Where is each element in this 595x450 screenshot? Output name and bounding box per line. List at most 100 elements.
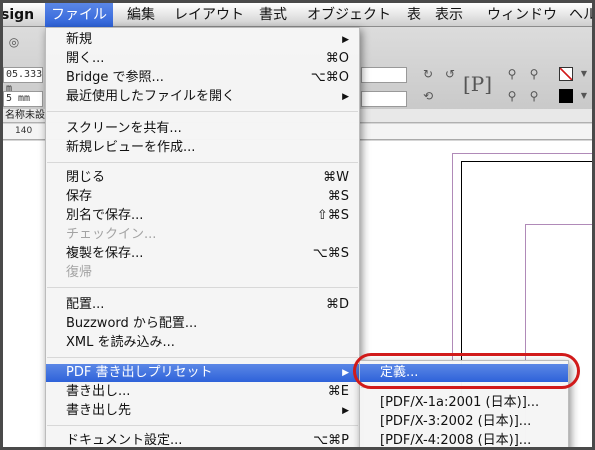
menubar-window[interactable]: ウィンドウ <box>481 3 563 27</box>
menu-item-label: チェックイン... <box>66 227 157 242</box>
submenu-arrow-icon: ▶ <box>342 368 349 378</box>
submenu-item-pdfx1a[interactable]: [PDF/X-1a:2001 (日本)]... <box>360 394 568 412</box>
menubar-table[interactable]: 表 <box>401 3 427 27</box>
select-previous-icon[interactable]: ⚲ <box>503 87 521 105</box>
menu-item-browse-bridge[interactable]: Bridge で参照... ⌥⌘O <box>46 69 359 87</box>
menu-item-export[interactable]: 書き出し... ⌘E <box>46 383 359 401</box>
submenu-arrow-icon: ▶ <box>342 92 349 102</box>
menu-item-revert: 復帰 <box>46 264 359 282</box>
menu-item-label: [PDF/X-3:2002 (日本)]... <box>380 414 532 429</box>
shortcut-label: ⌥⌘O <box>310 70 349 85</box>
menu-item-label: スクリーンを共有... <box>66 121 182 136</box>
menu-item-new-review[interactable]: 新規レビューを作成... <box>46 139 359 157</box>
menu-item-label: 閉じる <box>66 170 106 185</box>
rotate-cw-icon[interactable]: ↻ <box>419 65 437 83</box>
menubar-app-name[interactable]: sign <box>3 3 40 27</box>
menu-item-label: 新規レビューを作成... <box>66 140 196 155</box>
column-guide <box>525 224 592 225</box>
menu-item-open[interactable]: 開く... ⌘O <box>46 50 359 68</box>
menu-item-open-recent[interactable]: 最近使用したファイルを開く ▶ <box>46 88 359 106</box>
document-tab[interactable]: 名称未設 <box>5 109 45 123</box>
file-menu: 新規 ▶ 開く... ⌘O Bridge で参照... ⌥⌘O 最近使用したファ… <box>45 27 360 448</box>
submenu-arrow-icon: ▶ <box>342 35 349 45</box>
menubar-file[interactable]: ファイル <box>45 3 113 27</box>
menu-item-document-setup[interactable]: ドキュメント設定... ⌥⌘P <box>46 432 359 448</box>
menu-item-label: 定義... <box>380 365 419 380</box>
menubar-type[interactable]: 書式 <box>253 3 293 27</box>
page-edge <box>461 161 592 162</box>
shortcut-label: ⌘W <box>323 170 349 185</box>
stroke-swatch[interactable] <box>559 89 573 103</box>
menubar-view[interactable]: 表示 <box>429 3 469 27</box>
width-field[interactable] <box>361 67 407 83</box>
menubar-edit[interactable]: 編集 <box>121 3 161 27</box>
shortcut-label: ⇧⌘S <box>316 208 349 223</box>
height-field[interactable] <box>361 91 407 107</box>
menu-item-label: 新規 <box>66 32 93 47</box>
menu-item-label: Buzzword から配置... <box>66 316 198 331</box>
menu-item-label: [PDF/X-4:2008 (日本)]... <box>380 433 532 448</box>
menu-item-label: XML を読み込み... <box>66 335 175 350</box>
menu-separator <box>47 357 358 358</box>
submenu-item-pdfx4[interactable]: [PDF/X-4:2008 (日本)]... <box>360 432 568 448</box>
menu-separator <box>47 287 358 288</box>
menu-item-label: 開く... <box>66 51 105 66</box>
menu-item-label: PDF 書き出しプリセット <box>66 365 213 380</box>
menubar-object[interactable]: オブジェクト <box>301 3 397 27</box>
menu-item-label: 複製を保存... <box>66 246 144 261</box>
pdf-presets-submenu: 定義... [PDF/X-1a:2001 (日本)]... [PDF/X-3:2… <box>359 360 569 448</box>
menu-item-label: 保存 <box>66 189 93 204</box>
menu-item-close[interactable]: 閉じる ⌘W <box>46 169 359 187</box>
menu-item-place[interactable]: 配置... ⌘D <box>46 296 359 314</box>
menu-separator <box>47 111 358 112</box>
menu-item-label: 配置... <box>66 297 105 312</box>
menu-item-label: Bridge で参照... <box>66 70 164 85</box>
frame-fit-icon[interactable]: [P] <box>463 71 492 97</box>
flip-icon[interactable]: ⟲ <box>419 87 437 105</box>
menu-item-save[interactable]: 保存 ⌘S <box>46 188 359 206</box>
submenu-item-define[interactable]: 定義... <box>360 364 568 382</box>
submenu-item-pdfx3[interactable]: [PDF/X-3:2002 (日本)]... <box>360 413 568 431</box>
menu-item-label: 復帰 <box>66 265 93 280</box>
shortcut-label: ⌘E <box>327 384 349 399</box>
x-position-field[interactable]: 05.333 m <box>3 67 43 94</box>
shortcut-label: ⌘D <box>325 297 349 312</box>
y-position-field[interactable]: 5 mm <box>3 91 43 107</box>
reference-point-icon[interactable]: ◎ <box>5 33 23 51</box>
fill-swatch[interactable] <box>559 67 573 81</box>
menu-item-pdf-presets[interactable]: PDF 書き出しプリセット ▶ <box>46 364 359 382</box>
menu-item-import-xml[interactable]: XML を読み込み... <box>46 334 359 352</box>
menu-item-save-copy[interactable]: 複製を保存... ⌥⌘S <box>46 245 359 263</box>
menu-item-label: ドキュメント設定... <box>66 433 183 448</box>
menubar-help[interactable]: ヘル <box>563 3 592 27</box>
menubar-layout[interactable]: レイアウト <box>168 3 250 27</box>
menu-item-label: 最近使用したファイルを開く <box>66 89 236 104</box>
ruler-tick-label: 140 <box>15 126 33 136</box>
select-next-icon[interactable]: ⚲ <box>525 87 543 105</box>
shortcut-label: ⌘O <box>325 51 349 66</box>
menu-item-save-as[interactable]: 別名で保存... ⇧⌘S <box>46 207 359 225</box>
menu-bar: sign ファイル 編集 レイアウト 書式 オブジェクト 表 表示 ウィンドウ … <box>3 3 592 27</box>
select-content-icon[interactable]: ⚲ <box>525 65 543 83</box>
shortcut-label: ⌘S <box>327 189 349 204</box>
menu-item-export-to[interactable]: 書き出し先 ▶ <box>46 402 359 420</box>
menu-item-label: 書き出し... <box>66 384 131 399</box>
menu-item-new[interactable]: 新規 ▶ <box>46 31 359 49</box>
menu-separator <box>47 162 358 163</box>
stroke-dropdown-icon[interactable]: ▼ <box>575 87 592 105</box>
menu-item-check-in: チェックイン... <box>46 226 359 244</box>
fill-dropdown-icon[interactable]: ▼ <box>575 65 592 83</box>
menu-item-label: [PDF/X-1a:2001 (日本)]... <box>380 395 540 410</box>
margin-guide <box>452 153 592 154</box>
shortcut-label: ⌥⌘P <box>313 433 349 448</box>
menu-separator <box>361 387 567 388</box>
select-container-icon[interactable]: ⚲ <box>503 65 521 83</box>
menu-separator <box>47 425 358 426</box>
menu-item-share-screen[interactable]: スクリーンを共有... <box>46 120 359 138</box>
menu-item-place-buzzword[interactable]: Buzzword から配置... <box>46 315 359 333</box>
menu-item-label: 書き出し先 <box>66 403 132 418</box>
rotate-ccw-icon[interactable]: ↺ <box>441 65 459 83</box>
screenshot-frame: ◎ 05.333 m 5 mm ↻ ↺ [P] ⟲ ⚲ ⚲ ⚲ ⚲ ▼ ▼ 名称… <box>0 0 595 450</box>
shortcut-label: ⌥⌘S <box>312 246 349 261</box>
menu-item-label: 別名で保存... <box>66 208 144 223</box>
